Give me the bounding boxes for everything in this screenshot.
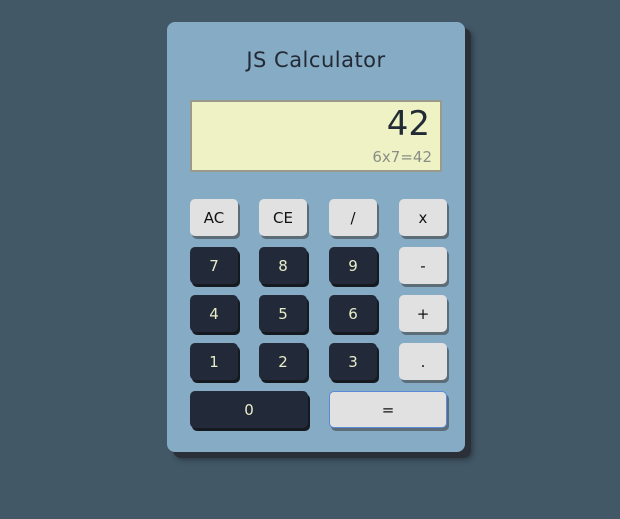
clear-entry-button[interactable]: CE [259, 199, 307, 236]
digit-4-button[interactable]: 4 [190, 295, 238, 332]
digit-3-button[interactable]: 3 [329, 343, 377, 380]
digit-9-button[interactable]: 9 [329, 247, 377, 284]
multiply-button[interactable]: x [399, 199, 447, 236]
digit-6-button[interactable]: 6 [329, 295, 377, 332]
divide-button[interactable]: / [329, 199, 377, 236]
calculator-body: JS Calculator 42 6x7=42 AC CE / x 7 8 9 … [167, 22, 465, 452]
digit-2-button[interactable]: 2 [259, 343, 307, 380]
digit-8-button[interactable]: 8 [259, 247, 307, 284]
display-formula: 6x7=42 [372, 148, 432, 166]
app-title: JS Calculator [246, 48, 386, 72]
subtract-button[interactable]: - [399, 247, 447, 284]
add-button[interactable]: + [399, 295, 447, 332]
digit-0-button[interactable]: 0 [190, 391, 308, 428]
display-screen: 42 6x7=42 [190, 100, 442, 172]
display-value: 42 [386, 104, 430, 144]
digit-7-button[interactable]: 7 [190, 247, 238, 284]
digit-1-button[interactable]: 1 [190, 343, 238, 380]
equals-button[interactable]: = [329, 391, 447, 428]
decimal-button[interactable]: . [399, 343, 447, 380]
digit-5-button[interactable]: 5 [259, 295, 307, 332]
clear-all-button[interactable]: AC [190, 199, 238, 236]
